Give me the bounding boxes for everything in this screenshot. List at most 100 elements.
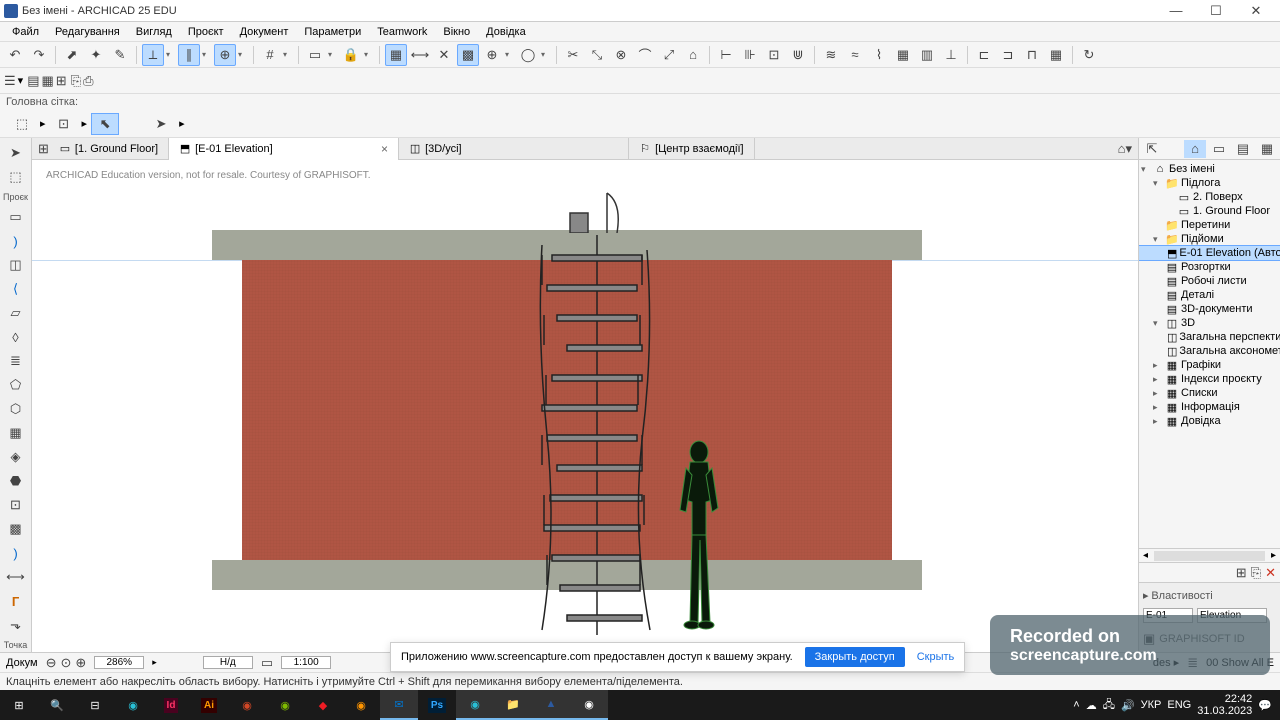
magic-wand-button[interactable]: ✦ [85, 44, 107, 66]
layout-button[interactable]: ⊞ [56, 73, 67, 89]
grid-button[interactable]: # [259, 44, 281, 66]
split-button[interactable]: ✂ [562, 44, 584, 66]
tool-d-button[interactable]: ▦ [892, 44, 914, 66]
nav-tab-project[interactable]: ⌂ [1184, 140, 1206, 158]
marker-button[interactable]: ✕ [433, 44, 455, 66]
object-tool[interactable]: ⬣ [3, 470, 29, 492]
organizer-button[interactable]: ▦ [41, 73, 53, 89]
tray-lang1[interactable]: УКР [1141, 699, 1162, 711]
photoshop-icon[interactable]: Ps [418, 690, 456, 720]
tab-ground-floor[interactable]: ▭ [1. Ground Floor] [49, 138, 169, 160]
nav-tab-layout[interactable]: ▤ [1232, 140, 1254, 158]
favorites-button[interactable]: ☰ [4, 73, 16, 89]
intersect-button[interactable]: ⊗ [610, 44, 632, 66]
zoom-out-button[interactable]: ⊖ [46, 655, 57, 671]
spiral-stair[interactable] [532, 235, 662, 635]
human-figure[interactable] [672, 440, 727, 630]
menu-options[interactable]: Параметри [296, 24, 369, 40]
slab-tool[interactable]: ◊ [3, 326, 29, 348]
tab-collab[interactable]: ⚐ [Центр взаємодії] [629, 138, 755, 160]
menu-document[interactable]: Документ [232, 24, 297, 40]
refresh-button[interactable]: ↻ [1078, 44, 1100, 66]
indesign-icon[interactable]: Id [152, 690, 190, 720]
morph-tool[interactable]: ◈ [3, 446, 29, 468]
tree-info[interactable]: ▸▦Інформація [1139, 400, 1280, 414]
hide-notification-button[interactable]: Скрыть [917, 651, 955, 663]
undo-button[interactable]: ↶ [4, 44, 26, 66]
fill-button[interactable]: ▩ [457, 44, 479, 66]
tool-f-button[interactable]: ⊥ [940, 44, 962, 66]
label-tool[interactable]: ⬎ [3, 614, 29, 636]
nav-tab-publisher[interactable]: ▦ [1256, 140, 1278, 158]
tab-grid-icon[interactable]: ⊞ [38, 141, 49, 157]
tray-network-icon[interactable]: 🖧 [1103, 696, 1115, 715]
door-tool[interactable]: ) [3, 230, 29, 252]
menu-view[interactable]: Вигляд [128, 24, 180, 40]
tree-story-1[interactable]: ▭1. Ground Floor [1139, 204, 1280, 218]
scale-label[interactable] [203, 656, 253, 669]
tool-g-button[interactable]: ⊏ [973, 44, 995, 66]
tree-root[interactable]: ▾⌂ Без імені [1139, 162, 1280, 176]
delete-view-button[interactable]: ✕ [1265, 565, 1276, 581]
tray-cloud-icon[interactable]: ☁ [1086, 699, 1097, 712]
mesh-tool[interactable]: ▩ [3, 518, 29, 540]
marquee-tool[interactable]: ⬚ [3, 166, 29, 188]
tree-axon[interactable]: ◫Загальна аксонометр [1139, 344, 1280, 358]
roof-tool[interactable]: ⬠ [3, 374, 29, 396]
tab-overflow[interactable]: ⌂▾ [1112, 141, 1138, 157]
mode-cursor-button[interactable]: ➤ [147, 113, 175, 135]
stop-sharing-button[interactable]: Закрыть доступ [805, 647, 905, 667]
adjust-button[interactable]: ⤡ [586, 44, 608, 66]
guide-perp-button[interactable]: ⟂ [142, 44, 164, 66]
distribute-button[interactable]: ⊪ [739, 44, 761, 66]
group-button[interactable]: ⊡ [763, 44, 785, 66]
menu-help[interactable]: Довідка [478, 24, 534, 40]
mode-arrow-button[interactable]: ⬉ [91, 113, 119, 135]
menu-teamwork[interactable]: Teamwork [369, 24, 435, 40]
powerpoint-icon[interactable]: ◉ [228, 690, 266, 720]
browser-icon[interactable]: ◉ [456, 690, 494, 720]
tree-help[interactable]: ▸▦Довідка [1139, 414, 1280, 428]
lock-button[interactable]: 🔒 [340, 44, 362, 66]
tree-indexes[interactable]: ▸▦Індекси проєкту [1139, 372, 1280, 386]
layer-button[interactable]: ▭ [304, 44, 326, 66]
tree-lists[interactable]: ▸▦Списки [1139, 386, 1280, 400]
tray-chevron[interactable]: ˄ [1073, 699, 1079, 711]
tree-schedules[interactable]: ▸▦Графіки [1139, 358, 1280, 372]
text-tool[interactable]: Г [3, 590, 29, 612]
tool-j-button[interactable]: ▦ [1045, 44, 1067, 66]
close-button[interactable]: ✕ [1236, 1, 1276, 21]
drawing-canvas[interactable]: ARCHICAD Education version, not for resa… [32, 160, 1138, 652]
tool-h-button[interactable]: ⊐ [997, 44, 1019, 66]
nav-tab-view[interactable]: ▭ [1208, 140, 1230, 158]
publisher-button[interactable]: ⎘ [71, 73, 81, 89]
navigator-button[interactable]: ▤ [27, 73, 39, 89]
zone-tool[interactable]: ⊡ [3, 494, 29, 516]
firefox-icon[interactable]: ◉ [342, 690, 380, 720]
mail-icon[interactable]: ✉ [380, 690, 418, 720]
nav-tab-pop[interactable]: ⇱ [1141, 140, 1163, 158]
shell-tool[interactable]: ⬡ [3, 398, 29, 420]
maximize-button[interactable]: ☐ [1196, 1, 1236, 21]
zoom-extents-button[interactable]: ⊙ [60, 655, 71, 671]
tree-elevation-e01[interactable]: ⬒E-01 Elevation (Автом [1139, 246, 1280, 260]
stair-tool[interactable]: ≣ [3, 350, 29, 372]
edge-icon[interactable]: ◉ [114, 690, 152, 720]
column-tool[interactable]: ⟨ [3, 278, 29, 300]
start-button[interactable]: ⊞ [0, 690, 38, 720]
arrow-tool[interactable]: ➤ [3, 142, 29, 164]
task-view-button[interactable]: ⊟ [76, 690, 114, 720]
tray-notifications-icon[interactable]: 💬 [1258, 699, 1272, 712]
tool-b-button[interactable]: ≈ [844, 44, 866, 66]
guide-snap-button[interactable]: ⊕ [214, 44, 236, 66]
circle-button[interactable]: ◯ [517, 44, 539, 66]
tree-details[interactable]: ▤Деталі [1139, 288, 1280, 302]
globe-button[interactable]: ⊕ [481, 44, 503, 66]
pick-button[interactable]: ⬈ [61, 44, 83, 66]
tree-worksheets[interactable]: ▤Робочі листи [1139, 274, 1280, 288]
tree-stories[interactable]: ▾📁Підлога [1139, 176, 1280, 190]
offset-button[interactable]: ⋓ [787, 44, 809, 66]
tray-lang2[interactable]: ENG [1167, 699, 1191, 711]
acrobat-icon[interactable]: ◆ [304, 690, 342, 720]
tab-elevation[interactable]: ⬒ [E-01 Elevation] × [169, 138, 399, 160]
